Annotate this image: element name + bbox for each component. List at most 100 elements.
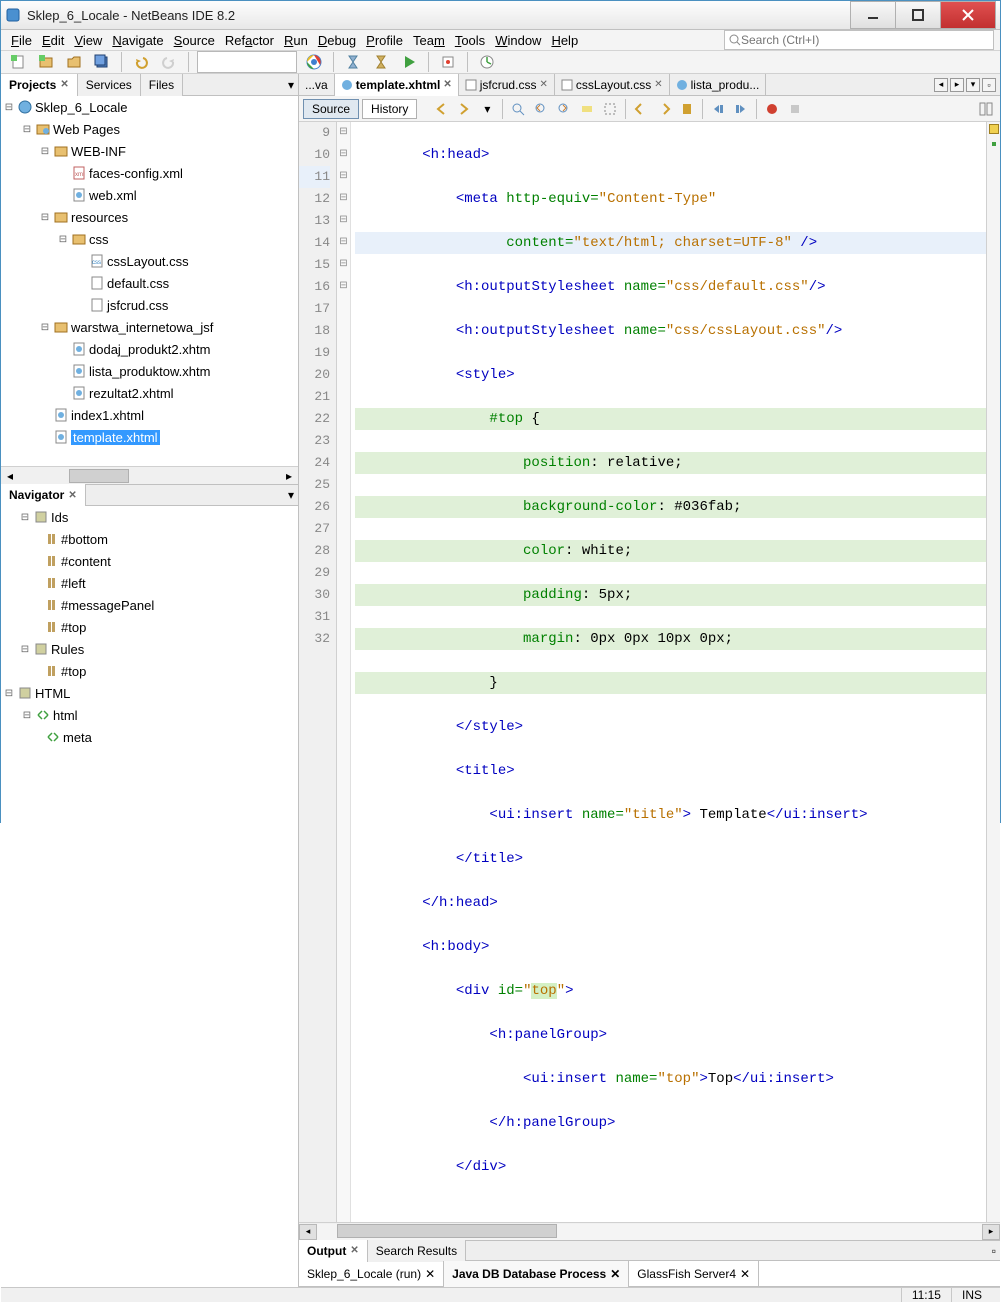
debug-icon[interactable] <box>437 51 459 73</box>
tree-file[interactable]: xmlfaces-config.xml <box>1 162 298 184</box>
tree-file[interactable]: default.css <box>1 272 298 294</box>
navigator-tree[interactable]: ⊟Ids #bottom #content #left #messagePane… <box>1 506 298 1287</box>
menu-debug[interactable]: Debug <box>314 31 360 50</box>
menu-navigate[interactable]: Navigate <box>108 31 167 50</box>
find-sel-icon[interactable] <box>508 99 528 119</box>
tree-file[interactable]: web.xml <box>1 184 298 206</box>
nav-item[interactable]: #left <box>1 572 298 594</box>
tree-file[interactable]: lista_produktow.xhtm <box>1 360 298 382</box>
tree-warstwa[interactable]: ⊟warstwa_internetowa_jsf <box>1 316 298 338</box>
nav-item[interactable]: #bottom <box>1 528 298 550</box>
save-all-icon[interactable] <box>91 51 113 73</box>
run-icon[interactable] <box>398 51 420 73</box>
tab-list-icon[interactable]: ▾ <box>966 78 980 92</box>
menu-view[interactable]: View <box>70 31 106 50</box>
macro-rec-icon[interactable] <box>762 99 782 119</box>
code-area[interactable]: <h:head> <meta http-equiv="Content-Type"… <box>351 122 986 1222</box>
toggle-bookmark-icon[interactable] <box>677 99 697 119</box>
editor-hscroll[interactable]: ◂ ▸ <box>299 1222 1000 1240</box>
menu-profile[interactable]: Profile <box>362 31 407 50</box>
warning-marker[interactable] <box>989 124 999 134</box>
tab-files[interactable]: Files <box>141 74 183 96</box>
scroll-right-icon[interactable]: ▸ <box>950 78 964 92</box>
redo-icon[interactable] <box>158 51 180 73</box>
nav-html-root[interactable]: ⊟html <box>1 704 298 726</box>
config-dropdown[interactable] <box>197 51 297 73</box>
new-file-icon[interactable] <box>7 51 29 73</box>
new-project-icon[interactable] <box>35 51 57 73</box>
tree-file[interactable]: rezultat2.xhtml <box>1 382 298 404</box>
minimize-button[interactable] <box>850 1 896 29</box>
mode-history[interactable]: History <box>362 99 417 119</box>
panel-menu-icon[interactable]: ▾ <box>284 488 298 502</box>
tree-css-folder[interactable]: ⊟css <box>1 228 298 250</box>
projects-tree[interactable]: ⊟Sklep_6_Locale ⊟Web Pages ⊟WEB-INF xmlf… <box>1 96 298 466</box>
scroll-left-icon[interactable]: ◂ <box>934 78 948 92</box>
panel-menu-icon[interactable]: ▾ <box>284 78 298 92</box>
editor-tab[interactable]: lista_produ... <box>670 74 767 96</box>
nav-ids[interactable]: ⊟Ids <box>1 506 298 528</box>
menu-team[interactable]: Team <box>409 31 449 50</box>
editor-tab[interactable]: jsfcrud.css✕ <box>459 74 555 96</box>
editor-tab[interactable]: ...va <box>299 74 335 96</box>
projects-hscroll[interactable]: ◂▸ <box>1 466 298 484</box>
tree-web-pages[interactable]: ⊟Web Pages <box>1 118 298 140</box>
panel-menu-icon[interactable]: ▫ <box>988 1244 1000 1258</box>
menu-edit[interactable]: Edit <box>38 31 68 50</box>
mode-source[interactable]: Source <box>303 99 359 119</box>
profile-icon[interactable] <box>476 51 498 73</box>
nav-html[interactable]: ⊟HTML <box>1 682 298 704</box>
run-tab[interactable]: GlassFish Server4✕ <box>629 1261 759 1287</box>
nav-fwd-icon[interactable] <box>454 99 474 119</box>
tree-file[interactable]: index1.xhtml <box>1 404 298 426</box>
toggle-rect-icon[interactable] <box>600 99 620 119</box>
tree-project[interactable]: ⊟Sklep_6_Locale <box>1 96 298 118</box>
shift-left-icon[interactable] <box>708 99 728 119</box>
toggle-highlight-icon[interactable] <box>577 99 597 119</box>
close-icon[interactable]: ✕ <box>443 79 451 90</box>
nav-item[interactable]: #content <box>1 550 298 572</box>
browser-icon[interactable] <box>303 51 325 73</box>
editor-tab[interactable]: cssLayout.css✕ <box>555 74 670 96</box>
tree-resources[interactable]: ⊟resources <box>1 206 298 228</box>
tree-file[interactable]: dodaj_produkt2.xhtm <box>1 338 298 360</box>
prev-bookmark-icon[interactable] <box>631 99 651 119</box>
tab-services[interactable]: Services <box>78 74 141 96</box>
nav-item[interactable]: #messagePanel <box>1 594 298 616</box>
nav-html-child[interactable]: meta <box>1 726 298 748</box>
close-button[interactable] <box>940 1 996 29</box>
find-prev-icon[interactable] <box>531 99 551 119</box>
split-icon[interactable] <box>976 99 996 119</box>
maximize-button[interactable] <box>895 1 941 29</box>
editor-tab-active[interactable]: template.xhtml✕ <box>335 74 459 96</box>
tree-file[interactable]: csscssLayout.css <box>1 250 298 272</box>
nav-rules[interactable]: ⊟Rules <box>1 638 298 660</box>
dropdown-icon[interactable]: ▾ <box>477 99 497 119</box>
nav-item[interactable]: #top <box>1 616 298 638</box>
tab-navigator[interactable]: Navigator✕ <box>1 484 86 506</box>
tree-web-inf[interactable]: ⊟WEB-INF <box>1 140 298 162</box>
nav-back-icon[interactable] <box>431 99 451 119</box>
tree-file-selected[interactable]: template.xhtml <box>1 426 298 448</box>
tab-search-results[interactable]: Search Results <box>368 1240 466 1262</box>
open-icon[interactable] <box>63 51 85 73</box>
fold-gutter[interactable]: ⊟⊟⊟⊟⊟⊟⊟⊟ <box>337 122 351 1222</box>
menu-file[interactable]: File <box>7 31 36 50</box>
undo-icon[interactable] <box>130 51 152 73</box>
next-bookmark-icon[interactable] <box>654 99 674 119</box>
nav-item[interactable]: #top <box>1 660 298 682</box>
maximize-icon[interactable]: ▫ <box>982 78 996 92</box>
find-next-icon[interactable] <box>554 99 574 119</box>
menu-help[interactable]: Help <box>547 31 582 50</box>
tab-projects[interactable]: Projects✕ <box>1 74 78 96</box>
menu-run[interactable]: Run <box>280 31 312 50</box>
tab-output[interactable]: Output✕ <box>299 1240 368 1262</box>
menu-source[interactable]: Source <box>170 31 219 50</box>
shift-right-icon[interactable] <box>731 99 751 119</box>
macro-stop-icon[interactable] <box>785 99 805 119</box>
menu-tools[interactable]: Tools <box>451 31 489 50</box>
run-tab[interactable]: Sklep_6_Locale (run)✕ <box>299 1261 444 1287</box>
run-tab-active[interactable]: Java DB Database Process✕ <box>444 1261 629 1287</box>
menu-window[interactable]: Window <box>491 31 545 50</box>
search-input[interactable] <box>741 33 989 47</box>
